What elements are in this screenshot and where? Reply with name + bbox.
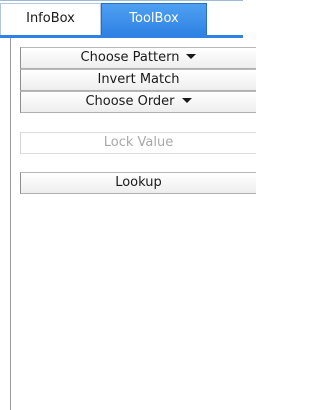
choose-order-label: Choose Order xyxy=(85,94,175,109)
invert-match-label: Invert Match xyxy=(97,72,180,87)
lookup-label: Lookup xyxy=(115,175,162,190)
tab-strip: InfoBox ToolBox xyxy=(0,0,243,38)
lock-value-label: Lock Value xyxy=(103,135,174,150)
chevron-down-icon xyxy=(186,54,197,59)
lock-value-button: Lock Value xyxy=(20,132,256,154)
invert-match-button[interactable]: Invert Match xyxy=(20,69,256,91)
toolbox-panel: Choose Pattern Invert Match Choose Order… xyxy=(10,38,256,410)
choose-pattern-label: Choose Pattern xyxy=(80,50,180,65)
toolbox-window: InfoBox ToolBox Choose Pattern Invert Ma… xyxy=(0,0,256,410)
tab-infobox[interactable]: InfoBox xyxy=(0,3,101,35)
lookup-button[interactable]: Lookup xyxy=(20,172,256,194)
tab-strip-top-border xyxy=(0,0,243,1)
chevron-down-icon xyxy=(181,98,192,103)
choose-pattern-button[interactable]: Choose Pattern xyxy=(20,47,256,69)
tab-toolbox[interactable]: ToolBox xyxy=(101,3,207,36)
choose-order-button[interactable]: Choose Order xyxy=(20,91,256,113)
tab-strip-empty-area xyxy=(207,3,243,35)
